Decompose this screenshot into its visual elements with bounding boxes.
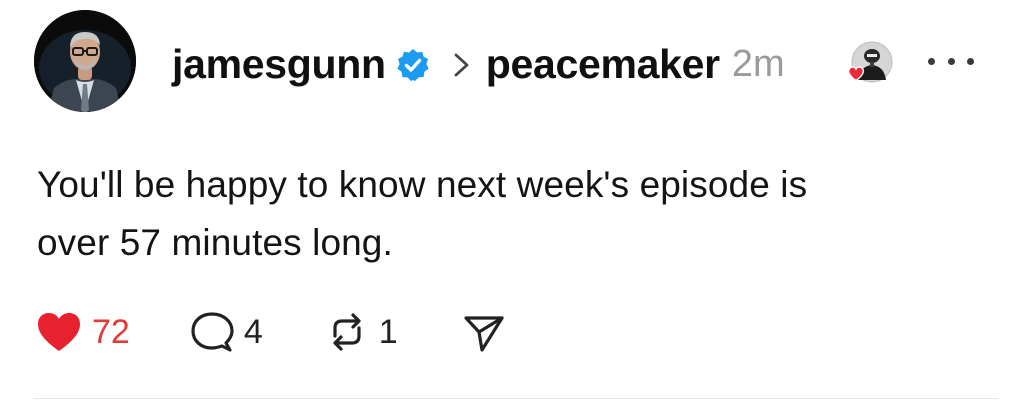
like-button[interactable]: 72: [36, 311, 130, 353]
heart-icon: [38, 313, 80, 351]
post-text-line: You'll be happy to know next week's epis…: [37, 164, 808, 205]
like-count: 72: [92, 312, 130, 351]
repost-count: 1: [378, 312, 398, 351]
more-dot: [967, 57, 974, 65]
share-button[interactable]: [462, 310, 506, 354]
post-card: jamesgunn peacemaker 2m You'll be happy …: [0, 0, 1024, 401]
more-options-icon[interactable]: [928, 46, 974, 76]
post-text: You'll be happy to know next week's epis…: [37, 156, 987, 272]
more-dot: [947, 57, 955, 65]
comment-count: 4: [243, 312, 263, 351]
chevron-right-icon: [450, 50, 474, 80]
liker-avatar[interactable]: [846, 40, 894, 88]
post-header: jamesgunn peacemaker 2m: [172, 34, 785, 94]
repost-button[interactable]: 1: [325, 310, 398, 354]
post-text-line: over 57 minutes long.: [37, 222, 393, 263]
send-icon: [464, 316, 504, 352]
post-timestamp: 2m: [731, 42, 785, 85]
author-username[interactable]: jamesgunn: [172, 41, 386, 88]
comment-button[interactable]: 4: [190, 311, 263, 353]
comment-bubble-icon: [191, 312, 234, 352]
verified-badge-icon: [396, 48, 430, 82]
author-avatar[interactable]: [34, 10, 136, 112]
more-dot: [928, 57, 935, 65]
repost-icon: [333, 313, 361, 351]
post-actions: 72 4 1: [36, 306, 506, 358]
post-divider: [34, 398, 998, 399]
community-name[interactable]: peacemaker: [486, 41, 720, 88]
